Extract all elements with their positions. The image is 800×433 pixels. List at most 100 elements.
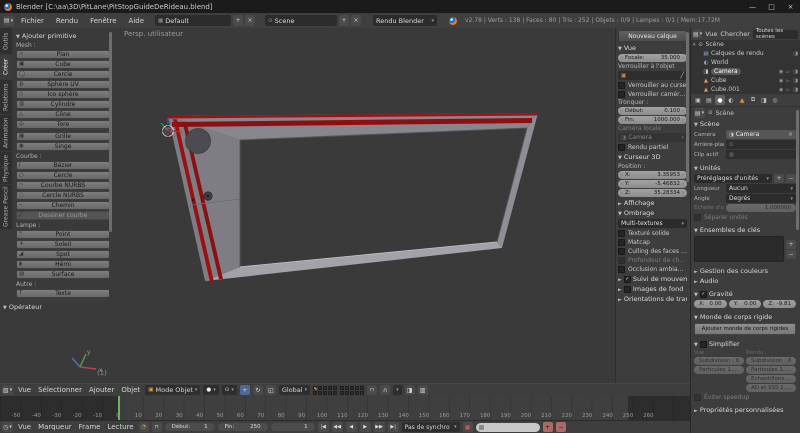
remove-keying-set-button[interactable]: − bbox=[786, 250, 796, 259]
maximize-button[interactable]: □ bbox=[762, 0, 781, 13]
lock-cursor-checkbox[interactable]: Verrouiller au curseur bbox=[618, 81, 687, 89]
shading-dropdown[interactable]: ● ▾ bbox=[203, 385, 218, 395]
properties-editor-button[interactable]: ▤▾ bbox=[694, 108, 705, 118]
add-area-lamp-button[interactable]: ▤Surface bbox=[16, 270, 110, 279]
tab-grease-pencil[interactable]: Grease Pencil bbox=[0, 185, 12, 229]
layer-toggles-group2[interactable] bbox=[340, 386, 364, 395]
properties-scrollbar[interactable] bbox=[796, 110, 799, 230]
scale-manipulator-button[interactable]: ◱ bbox=[266, 385, 276, 395]
editor-type-button[interactable]: ▤▾ bbox=[3, 16, 14, 26]
angle-dropdown[interactable]: Degrés▾ bbox=[726, 194, 796, 203]
unit-presets-dropdown[interactable]: Préréglages d'unités▾ bbox=[694, 174, 772, 183]
add-path-button[interactable]: ┄Chemin bbox=[16, 201, 110, 210]
tab-render-layers[interactable]: ▤ bbox=[704, 95, 714, 105]
add-text-button[interactable]: TTexte bbox=[16, 289, 110, 298]
snap-button[interactable]: ∩ bbox=[380, 385, 390, 395]
tab-world[interactable]: ◐ bbox=[726, 95, 736, 105]
add-keying-set-button[interactable]: + bbox=[786, 240, 796, 249]
tab-creer[interactable]: Créer bbox=[0, 55, 12, 79]
add-grid-button[interactable]: ▦Grille bbox=[16, 132, 110, 141]
close-button[interactable]: × bbox=[781, 0, 800, 13]
jump-to-end-button[interactable]: ▶| bbox=[388, 422, 399, 432]
keying-set-field[interactable] bbox=[476, 423, 540, 432]
simplify-panel-header[interactable]: ▼Simplifier bbox=[694, 340, 796, 348]
outliner-row-cube001[interactable]: ▲ Cube.001 ◉ ▻ ◨ bbox=[691, 85, 800, 94]
renderable-camera-icon[interactable]: ◨ bbox=[793, 87, 798, 93]
insert-keyframe-button[interactable]: + bbox=[543, 422, 553, 432]
outliner-row-world[interactable]: ◐ World bbox=[691, 58, 800, 67]
outliner-editor-button[interactable]: ▤▾ bbox=[693, 29, 702, 39]
start-frame-field[interactable]: ‹Début:1› bbox=[165, 423, 215, 431]
new-gp-layer-button[interactable]: Nouveau calque bbox=[618, 30, 687, 42]
orientation-dropdown[interactable]: Global▾ bbox=[279, 385, 310, 395]
renderable-camera-icon[interactable]: ◨ bbox=[793, 69, 798, 75]
selectable-pointer-icon[interactable]: ▻ bbox=[786, 78, 790, 84]
gravity-x-field[interactable]: X:0.00 bbox=[694, 300, 727, 308]
rotate-manipulator-button[interactable]: ↻ bbox=[253, 385, 263, 395]
add-preset-button[interactable]: + bbox=[774, 174, 784, 183]
scene-selector[interactable]: ⊙ Scene bbox=[265, 15, 337, 26]
screen-layout-selector[interactable]: ▦ Default bbox=[155, 15, 231, 26]
timeline-editor-button[interactable]: ◷▾ bbox=[2, 422, 13, 432]
cursor-y-field[interactable]: ‹Y:-5.46832› bbox=[618, 180, 687, 188]
lock-origins-button[interactable]: ⊓ bbox=[367, 385, 377, 395]
add-nurbs-circle-button[interactable]: ◌Cercle NURBS bbox=[16, 191, 110, 200]
opengl-animation-button[interactable]: ▥ bbox=[418, 385, 428, 395]
timeline-menu-vue[interactable]: Vue bbox=[16, 423, 33, 431]
translate-manipulator-button[interactable]: + bbox=[240, 385, 250, 395]
gravity-y-field[interactable]: Y:0.00 bbox=[729, 300, 762, 308]
renderable-camera-icon[interactable]: ◨ bbox=[793, 78, 798, 84]
shading-mode-dropdown[interactable]: Multi-textures▾ bbox=[618, 219, 687, 228]
rigid-body-panel-header[interactable]: ▼Monde de corps rigide bbox=[694, 313, 796, 321]
camera-icon[interactable]: ◨ bbox=[793, 51, 798, 57]
viewport-menu-ajouter[interactable]: Ajouter bbox=[87, 386, 116, 394]
timeline-menu-marqueur[interactable]: Marqueur bbox=[36, 423, 74, 431]
display-panel-header[interactable]: ►Affichage bbox=[618, 199, 687, 207]
visibility-eye-icon[interactable]: ◉ bbox=[779, 78, 783, 84]
viewport-menu-selectionner[interactable]: Sélectionner bbox=[36, 386, 84, 394]
textured-solid-checkbox[interactable]: Texturé solide bbox=[618, 229, 687, 237]
lock-object-field[interactable]: ▣ ╱ bbox=[618, 71, 687, 80]
add-cube-button[interactable]: ▣Cube bbox=[16, 60, 110, 69]
background-set-field[interactable]: ⊙ bbox=[726, 140, 796, 149]
next-keyframe-button[interactable]: ▶▶ bbox=[374, 422, 385, 432]
add-curve-circle-button[interactable]: ○Cercle bbox=[16, 171, 110, 180]
active-clip-field[interactable]: ▥ bbox=[726, 150, 796, 159]
expand-arrow-icon[interactable]: ▾ bbox=[693, 42, 696, 48]
menu-fenetre[interactable]: Fenêtre bbox=[85, 17, 121, 25]
add-plane-button[interactable]: ▱Plan bbox=[16, 50, 110, 59]
audio-panel-header[interactable]: ►Audio bbox=[694, 277, 796, 285]
add-nurbs-curve-button[interactable]: ~Courbe NURBS bbox=[16, 181, 110, 190]
add-sun-lamp-button[interactable]: ☀Soleil bbox=[16, 240, 110, 249]
add-circle-button[interactable]: ◯Cercle bbox=[16, 70, 110, 79]
add-uvsphere-button[interactable]: ◍Sphère UV bbox=[16, 80, 110, 89]
keying-sets-panel-header[interactable]: ▼Ensembles de clés bbox=[694, 226, 796, 234]
add-hemi-lamp-button[interactable]: ◗Hémi bbox=[16, 260, 110, 269]
outliner-row-scene[interactable]: ▾ ⊙ Scène bbox=[691, 40, 800, 49]
units-panel-header[interactable]: ▼Unités bbox=[694, 164, 796, 172]
motion-tracking-panel-header[interactable]: ►✓Suivi de mouvement bbox=[618, 275, 687, 283]
backface-culling-checkbox[interactable]: Culling des faces arrière bbox=[618, 247, 687, 255]
operator-panel-header[interactable]: ▼Opérateur bbox=[3, 303, 42, 311]
cursor-z-field[interactable]: ‹Z:35.28334› bbox=[618, 189, 687, 197]
gravity-panel-header[interactable]: ▼✓Gravité bbox=[694, 290, 796, 298]
selectable-pointer-icon[interactable]: ▻ bbox=[786, 69, 790, 75]
scene-panel-header[interactable]: ▼Scène bbox=[694, 120, 796, 128]
current-frame-field[interactable]: ‹1› bbox=[271, 423, 315, 431]
pivot-dropdown[interactable]: ⊙ ▾ bbox=[222, 385, 237, 395]
tab-object[interactable]: ▲ bbox=[737, 95, 747, 105]
render-engine-selector[interactable]: Rendu Blender ▾ bbox=[373, 15, 437, 26]
auto-keyframe-button[interactable] bbox=[463, 422, 473, 432]
frame-lock-button[interactable]: ⊓ bbox=[152, 422, 162, 432]
snap-element-dropdown[interactable]: ▾ bbox=[393, 385, 402, 395]
tool-shelf-scrollbar[interactable] bbox=[109, 32, 112, 232]
outliner-menu-vue[interactable]: Vue bbox=[705, 30, 717, 38]
keying-sets-list[interactable] bbox=[694, 236, 784, 262]
selectable-pointer-icon[interactable]: ▻ bbox=[786, 87, 790, 93]
outliner-filter-dropdown[interactable]: Toutes les scènes bbox=[753, 30, 798, 39]
add-icosphere-button[interactable]: ◇Ico sphère bbox=[16, 90, 110, 99]
gravity-z-field[interactable]: Z:-9.81 bbox=[763, 300, 796, 308]
add-armature-button[interactable]: YArmature bbox=[16, 299, 110, 300]
shading-panel-header[interactable]: ▼Ombrage bbox=[618, 209, 687, 217]
tab-relations[interactable]: Relations bbox=[0, 80, 12, 114]
